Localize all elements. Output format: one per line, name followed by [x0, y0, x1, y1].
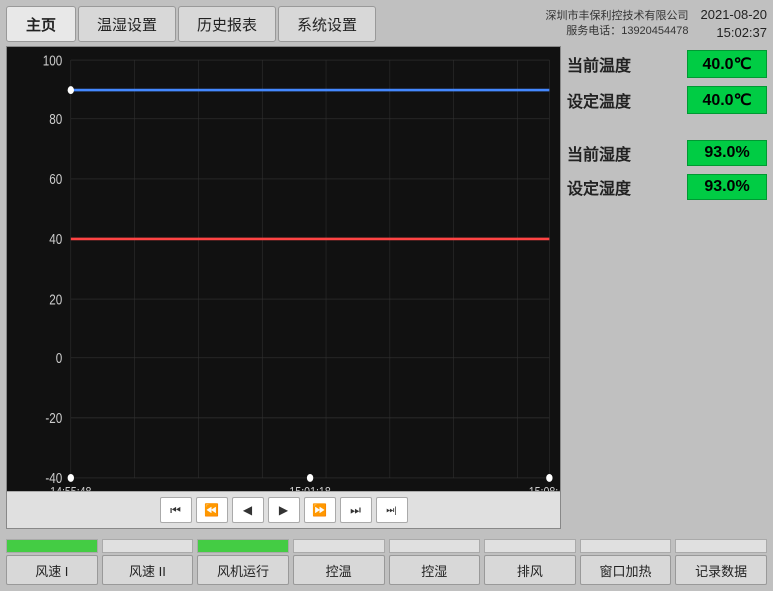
status-indicator-6	[580, 539, 672, 553]
ctrl-prev-fast[interactable]: ⏪	[196, 497, 228, 523]
ctrl-first[interactable]: ⏮	[160, 497, 192, 523]
svg-text:-20: -20	[45, 410, 62, 426]
status-label-btn-5[interactable]: 排风	[484, 555, 576, 585]
main-container: 主页 温湿设置 历史报表 系统设置 深圳市丰保利控技术有限公司 服务电话：139…	[0, 0, 773, 591]
status-indicator-5	[484, 539, 576, 553]
ctrl-play[interactable]: ▶	[268, 497, 300, 523]
chart-controls: ⏮ ⏪ ◀ ▶ ⏩ ⏭ ⏭|	[7, 491, 560, 528]
svg-text:40: 40	[49, 231, 62, 247]
chart-container: 100 80 60 40 20 0 -20 -40 14:55:48 15:01…	[6, 46, 561, 529]
status-label-btn-0[interactable]: 风速 I	[6, 555, 98, 585]
tab-home[interactable]: 主页	[6, 6, 76, 42]
status-indicator-2	[197, 539, 289, 553]
company-info: 深圳市丰保利控技术有限公司 服务电话：13920454478	[546, 6, 689, 42]
set-humi-value: 93.0%	[687, 174, 767, 200]
status-indicator-3	[293, 539, 385, 553]
svg-text:15:01:18: 15:01:18	[289, 484, 331, 491]
status-indicator-1	[102, 539, 194, 553]
set-temp-value: 40.0℃	[687, 86, 767, 114]
chart-area: 100 80 60 40 20 0 -20 -40 14:55:48 15:01…	[7, 47, 560, 491]
status-btn-0: 风速 I	[6, 533, 98, 585]
ctrl-next-fast[interactable]: ⏩	[304, 497, 336, 523]
current-humi-value: 93.0%	[687, 140, 767, 166]
status-btn-2: 风机运行	[197, 533, 289, 585]
company-name: 深圳市丰保利控技术有限公司	[546, 9, 689, 24]
tab-system-settings[interactable]: 系统设置	[278, 6, 376, 42]
current-humi-label: 当前湿度	[567, 141, 631, 165]
status-btn-7: 记录数据	[675, 533, 767, 585]
status-label-btn-1[interactable]: 风速 II	[102, 555, 194, 585]
set-temp-label: 设定温度	[567, 88, 631, 112]
set-humi-label: 设定湿度	[567, 175, 631, 199]
svg-text:100: 100	[43, 52, 62, 68]
status-btn-4: 控湿	[389, 533, 481, 585]
current-temp-value: 40.0℃	[687, 50, 767, 78]
svg-text:80: 80	[49, 111, 62, 127]
current-temp-label: 当前温度	[567, 52, 631, 76]
time: 15:02:37	[716, 24, 767, 42]
status-btn-1: 风速 II	[102, 533, 194, 585]
current-temp-row: 当前温度 40.0℃	[567, 50, 767, 78]
status-btn-3: 控温	[293, 533, 385, 585]
service-tel: 服务电话：13920454478	[566, 24, 688, 39]
status-indicator-7	[675, 539, 767, 553]
nav-bar: 主页 温湿设置 历史报表 系统设置 深圳市丰保利控技术有限公司 服务电话：139…	[6, 6, 767, 42]
status-label-btn-6[interactable]: 窗口加热	[580, 555, 672, 585]
status-label-btn-2[interactable]: 风机运行	[197, 555, 289, 585]
ctrl-last2[interactable]: ⏭|	[376, 497, 408, 523]
svg-text:20: 20	[49, 291, 62, 307]
set-humi-row: 设定湿度 93.0%	[567, 174, 767, 200]
right-panel: 当前温度 40.0℃ 设定温度 40.0℃ 当前湿度 93.0% 设定湿度 93…	[567, 46, 767, 529]
status-indicator-0	[6, 539, 98, 553]
tab-temphumi-settings[interactable]: 温湿设置	[78, 6, 176, 42]
svg-text:15:08:48: 15:08:48	[529, 484, 560, 491]
status-btn-5: 排风	[484, 533, 576, 585]
svg-text:60: 60	[49, 171, 62, 187]
svg-text:14:55:48: 14:55:48	[50, 484, 92, 491]
svg-text:0: 0	[56, 350, 63, 366]
status-btn-6: 窗口加热	[580, 533, 672, 585]
chart-svg: 100 80 60 40 20 0 -20 -40 14:55:48 15:01…	[7, 47, 560, 491]
status-indicator-4	[389, 539, 481, 553]
current-humi-row: 当前湿度 93.0%	[567, 140, 767, 166]
date: 2021-08-20	[701, 6, 768, 24]
ctrl-last[interactable]: ⏭	[340, 497, 372, 523]
datetime: 2021-08-20 15:02:37	[701, 6, 768, 42]
status-label-btn-3[interactable]: 控温	[293, 555, 385, 585]
status-label-btn-7[interactable]: 记录数据	[675, 555, 767, 585]
set-temp-row: 设定温度 40.0℃	[567, 86, 767, 114]
main-content: 100 80 60 40 20 0 -20 -40 14:55:48 15:01…	[6, 46, 767, 529]
status-label-btn-4[interactable]: 控湿	[389, 555, 481, 585]
bottom-bar: 风速 I风速 II风机运行控温控湿排风窗口加热记录数据	[6, 533, 767, 585]
ctrl-prev[interactable]: ◀	[232, 497, 264, 523]
tab-history[interactable]: 历史报表	[178, 6, 276, 42]
